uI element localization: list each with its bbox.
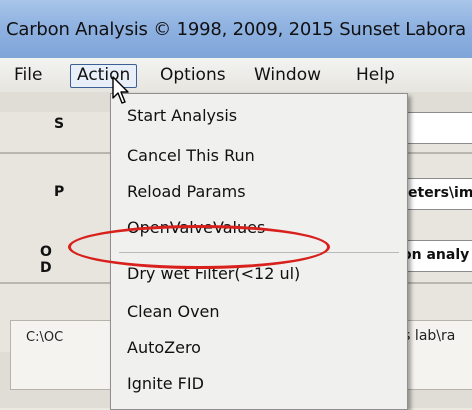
menu-item-reload-params[interactable]: Reload Params (127, 182, 246, 201)
o-field-label: O (40, 244, 52, 260)
menu-file[interactable]: File (8, 64, 48, 86)
title-bar: Carbon Analysis © 1998, 2009, 2015 Sunse… (0, 0, 472, 59)
p-field-value: eters\im (408, 185, 472, 201)
menu-help[interactable]: Help (350, 64, 401, 86)
mouse-pointer-icon (112, 76, 129, 104)
menu-item-autozero[interactable]: AutoZero (127, 338, 201, 357)
od-field-value: on analy (402, 247, 470, 263)
menu-window[interactable]: Window (248, 64, 327, 86)
window-title: Carbon Analysis © 1998, 2009, 2015 Sunse… (6, 19, 467, 40)
s-field-label: S (54, 116, 65, 132)
p-field-label: P (54, 184, 65, 200)
path-left-text: C:\OC (26, 330, 64, 345)
menu-item-ignite-fid[interactable]: Ignite FID (127, 374, 204, 393)
menu-bar: File Action Options Window Help (0, 58, 472, 93)
red-circle-annotation (68, 225, 330, 269)
menu-item-start-analysis[interactable]: Start Analysis (127, 106, 237, 125)
menu-options[interactable]: Options (154, 64, 232, 86)
d-field-label: D (40, 260, 52, 276)
menu-item-cancel-run[interactable]: Cancel This Run (127, 146, 255, 165)
menu-item-clean-oven[interactable]: Clean Oven (127, 302, 220, 321)
